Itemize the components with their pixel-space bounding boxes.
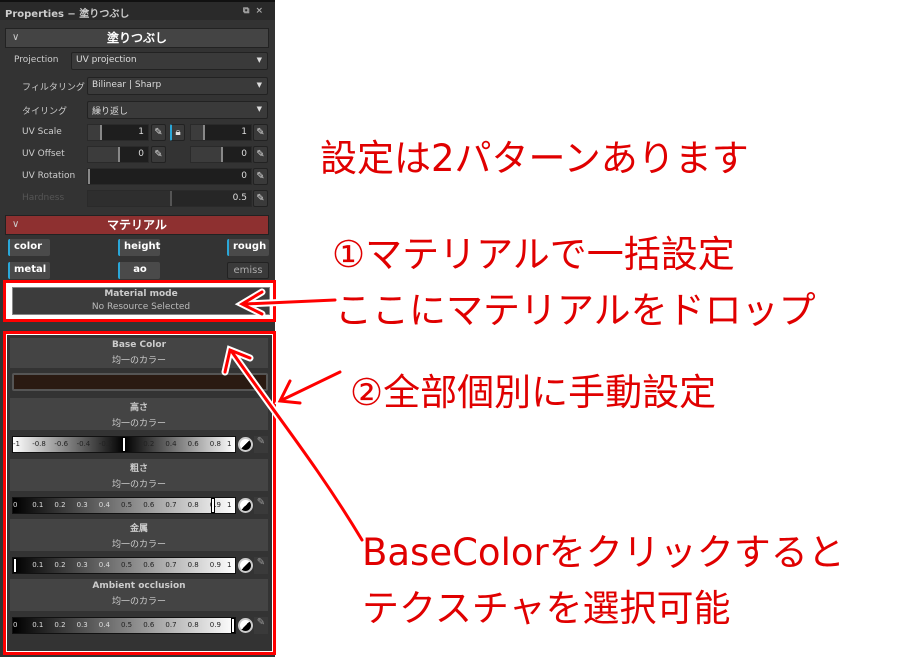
annotation-pattern-1: ①マテリアルで一括設定 — [332, 233, 735, 276]
annotation-headline: 設定は2パターンあります — [320, 137, 749, 180]
annotation-select-texture: テクスチャを選択可能 — [362, 587, 731, 630]
annotation-click-basecolor: BaseColorをクリックすると — [362, 531, 845, 574]
annotation-drop-here: ここにマテリアルをドロップ — [335, 289, 816, 332]
annotation-pattern-2: ②全部個別に手動設定 — [350, 371, 717, 414]
